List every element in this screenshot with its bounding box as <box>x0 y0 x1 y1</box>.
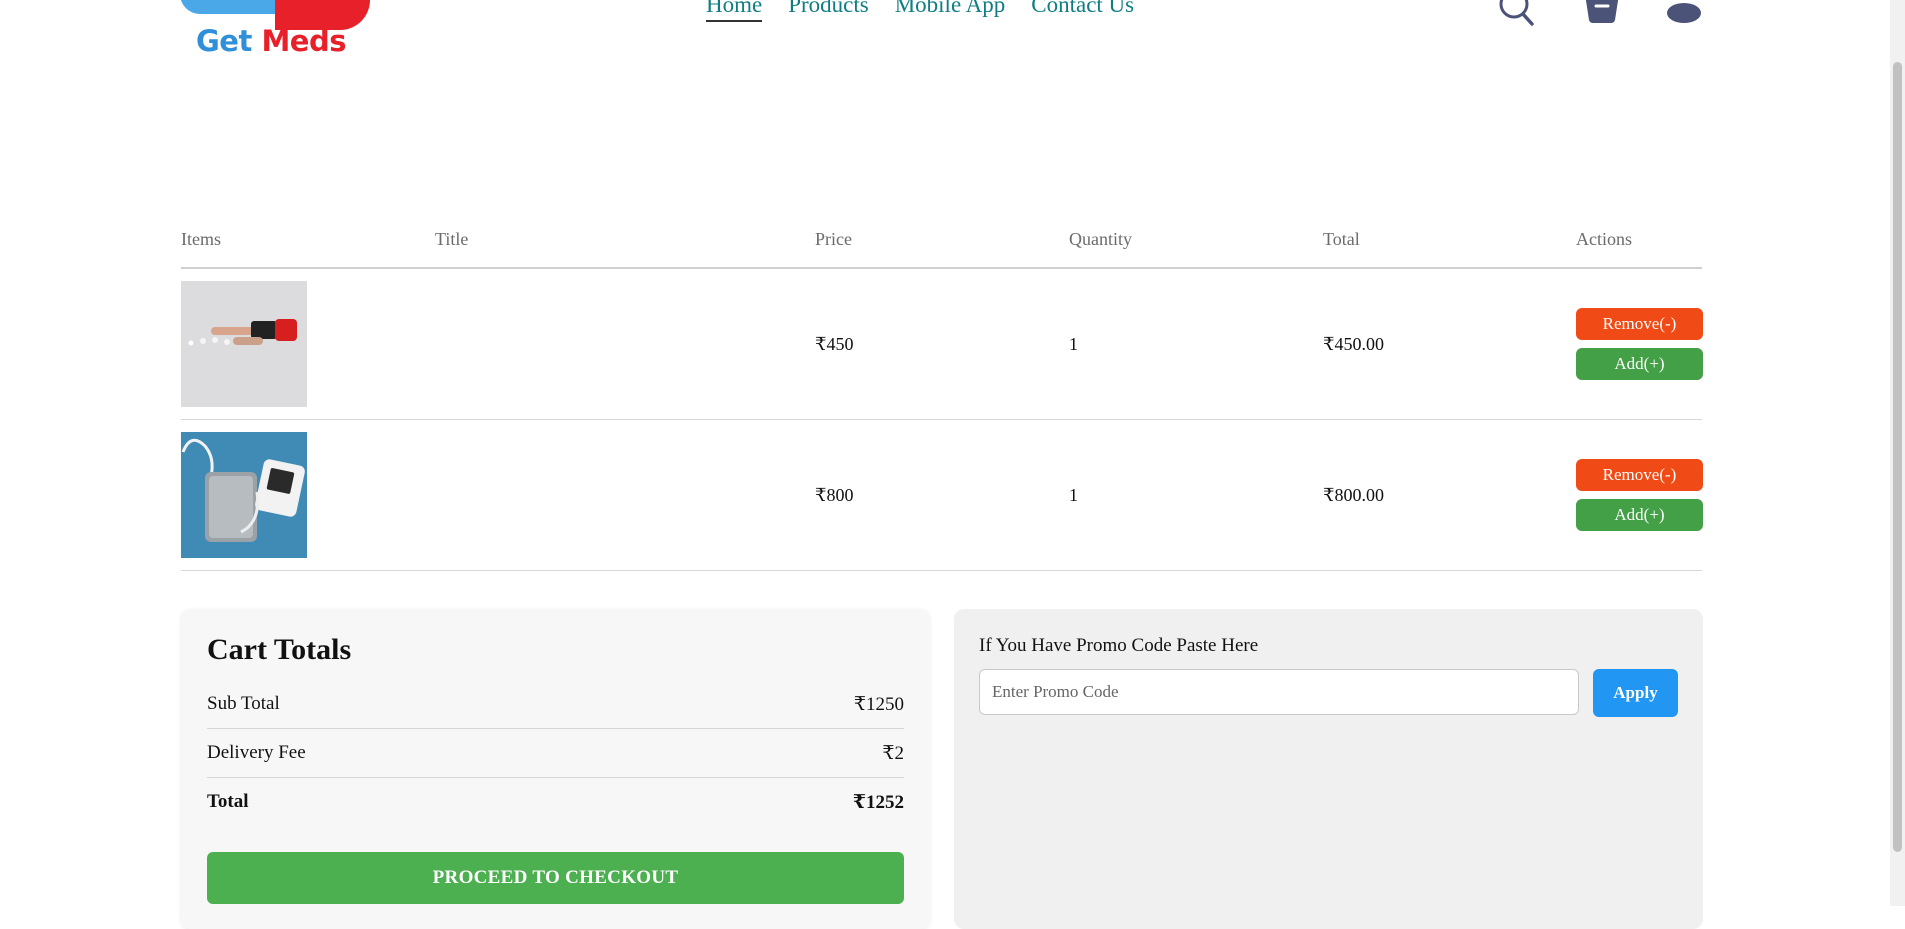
header-items: Items <box>181 229 221 249</box>
scrollbar-thumb[interactable] <box>1893 62 1902 852</box>
nav-home[interactable]: Home <box>706 0 763 22</box>
item-quantity: 1 <box>1069 333 1078 354</box>
brand-get: Get <box>196 24 252 58</box>
item-actions: Remove(-) Add(+) <box>1576 308 1703 380</box>
item-total: ₹800.00 <box>1323 484 1384 505</box>
divider <box>207 777 904 778</box>
header-actions: Actions <box>1576 229 1632 249</box>
bp-monitor-image <box>181 432 307 558</box>
total-label: Total <box>207 791 249 812</box>
header-price: Price <box>815 229 852 249</box>
add-button[interactable]: Add(+) <box>1576 348 1703 380</box>
main-nav: Home Products Mobile App Contact Us <box>706 0 1134 22</box>
delivery-value: ₹2 <box>882 743 904 764</box>
divider <box>207 728 904 729</box>
cart-table: Items Title Price Quantity Total Actions… <box>181 212 1703 571</box>
table-header: Items Title Price Quantity Total Actions <box>181 212 1702 269</box>
subtotal-value: ₹1250 <box>853 694 904 715</box>
brand-name: Get Meds <box>196 24 346 58</box>
pills-hand-image <box>181 281 307 407</box>
header-total: Total <box>1323 229 1360 249</box>
total-row: Total ₹1252 <box>207 791 904 814</box>
total-value: ₹1252 <box>852 792 904 813</box>
subtotal-label: Sub Total <box>207 693 280 714</box>
promo-code-input[interactable] <box>979 669 1579 715</box>
item-price: ₹450 <box>815 333 854 354</box>
nav-products[interactable]: Products <box>788 0 869 22</box>
apply-button[interactable]: Apply <box>1593 669 1678 717</box>
item-image-cell <box>181 432 435 558</box>
search-icon[interactable] <box>1496 0 1536 28</box>
delivery-row: Delivery Fee ₹2 <box>207 742 904 765</box>
logo-capsule-blue <box>180 0 275 14</box>
table-row: ₹800 1 ₹800.00 Remove(-) Add(+) <box>181 420 1703 571</box>
profile-icon[interactable] <box>1664 0 1704 28</box>
item-total: ₹450.00 <box>1323 333 1384 354</box>
header-title: Title <box>435 229 469 249</box>
brand-logo[interactable]: Get Meds <box>180 0 380 74</box>
remove-button[interactable]: Remove(-) <box>1576 308 1703 340</box>
shopping-bag-icon[interactable] <box>1582 0 1622 28</box>
table-row: ₹450 1 ₹450.00 Remove(-) Add(+) <box>181 269 1703 420</box>
item-actions: Remove(-) Add(+) <box>1576 459 1703 531</box>
promo-panel: If You Have Promo Code Paste Here Apply <box>954 609 1703 929</box>
item-image-cell <box>181 281 435 407</box>
add-button[interactable]: Add(+) <box>1576 499 1703 531</box>
cart-totals-panel: Cart Totals Sub Total ₹1250 Delivery Fee… <box>181 609 930 929</box>
nav-contact-us[interactable]: Contact Us <box>1031 0 1134 22</box>
subtotal-row: Sub Total ₹1250 <box>207 693 904 716</box>
proceed-to-checkout-button[interactable]: PROCEED TO CHECKOUT <box>207 852 904 904</box>
item-quantity: 1 <box>1069 484 1078 505</box>
nav-mobile-app[interactable]: Mobile App <box>895 0 1006 22</box>
promo-label: If You Have Promo Code Paste Here <box>979 635 1259 656</box>
page-scrollbar[interactable] <box>1890 0 1905 906</box>
brand-meds: Meds <box>261 24 346 58</box>
cart-totals-heading: Cart Totals <box>207 633 352 666</box>
header-quantity: Quantity <box>1069 229 1132 249</box>
item-price: ₹800 <box>815 484 854 505</box>
remove-button[interactable]: Remove(-) <box>1576 459 1703 491</box>
delivery-label: Delivery Fee <box>207 742 306 763</box>
